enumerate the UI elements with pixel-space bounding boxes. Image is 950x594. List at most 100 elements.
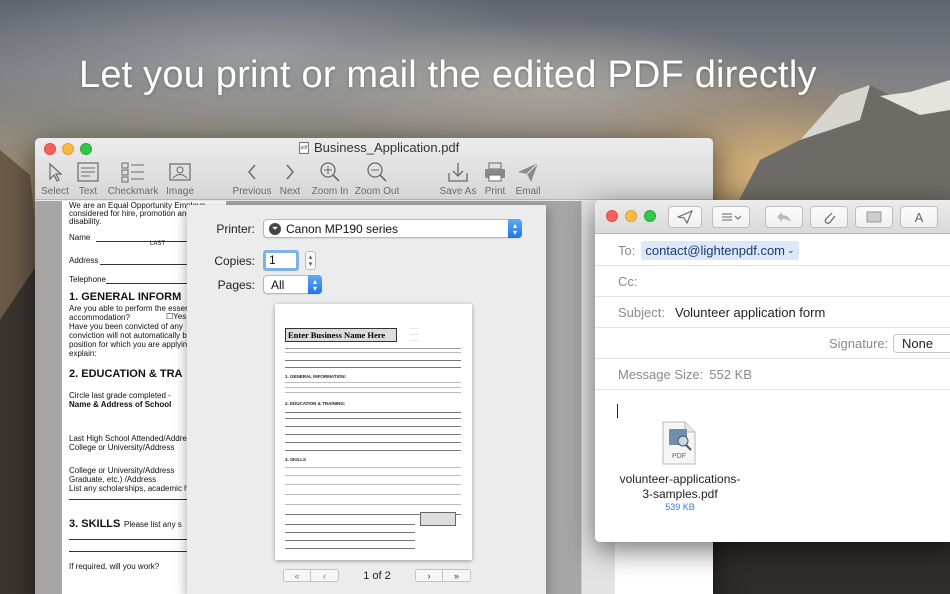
- preview-section-heading: 2. EDUCATION & TRAINING:: [285, 401, 346, 406]
- save-as-button[interactable]: Save As: [439, 158, 477, 198]
- minimize-button[interactable]: [625, 210, 637, 222]
- copies-input[interactable]: 1: [263, 250, 299, 271]
- doc-text-line: explain:: [69, 349, 97, 358]
- doc-text-line: conviction will not automatically ba: [69, 331, 192, 340]
- pdf-document-icon: pdf: [299, 141, 309, 154]
- attachment-filename-line: 3-samples.pdf: [642, 487, 718, 501]
- message-size-row: Message Size: 552 KB: [595, 359, 950, 390]
- page-indicator: 1 of 2: [363, 569, 391, 582]
- zoom-out-label: Zoom Out: [354, 186, 400, 197]
- close-button[interactable]: [44, 143, 56, 155]
- checklist-icon: [121, 162, 144, 183]
- preview-section-heading: 3. SKILLS: [285, 457, 307, 462]
- page-navigator: « ‹ 1 of 2 › »: [283, 569, 471, 582]
- zoom-button[interactable]: [644, 210, 656, 222]
- printer-icon: [485, 162, 505, 182]
- select-tool-button[interactable]: Select: [40, 158, 70, 198]
- reply-button[interactable]: [765, 206, 803, 228]
- zoom-out-icon: [367, 162, 387, 182]
- printer-select[interactable]: ⏷ Canon MP190 series ▴ ▾: [263, 219, 522, 238]
- paperclip-icon: [824, 212, 836, 224]
- zoom-button[interactable]: [80, 143, 92, 155]
- doc-text-line: College or University/Address: [69, 466, 175, 475]
- doc-text-line: Telephone: [69, 275, 106, 284]
- header-fields-button[interactable]: [712, 206, 750, 228]
- subject-row[interactable]: Subject: Volunteer application form: [595, 297, 950, 328]
- previous-page-label: Previous: [232, 186, 272, 197]
- text-tool-button[interactable]: Text: [75, 158, 101, 198]
- last-page-button[interactable]: »: [443, 569, 471, 582]
- doc-text-line: Name: [69, 233, 91, 242]
- copies-stepper[interactable]: ▴ ▾: [305, 251, 316, 270]
- attachment-filename[interactable]: volunteer-applications- 3-samples.pdf: [595, 472, 765, 502]
- send-button[interactable]: [668, 206, 702, 228]
- printer-status-icon: ⏷: [269, 222, 281, 235]
- window-title: pdf Business_Application.pdf: [299, 140, 459, 155]
- prev-page-button[interactable]: ‹: [311, 569, 339, 582]
- zoom-in-button[interactable]: Zoom In: [310, 158, 350, 198]
- pdf-attachment-icon[interactable]: PDF: [661, 421, 697, 470]
- doc-text-line: accommodation?: [69, 313, 130, 322]
- checkmark-tool-label: Checkmark: [107, 186, 159, 197]
- next-page-button[interactable]: ›: [415, 569, 443, 582]
- doc-text-line: Have you been convicted of any: [69, 322, 183, 331]
- signature-row: Signature: None: [595, 328, 950, 359]
- printer-label: Printer:: [216, 221, 255, 236]
- photo-icon: [866, 211, 882, 223]
- print-button[interactable]: Print: [482, 158, 508, 198]
- previous-page-button[interactable]: Previous: [231, 158, 273, 198]
- message-size-label: Message Size:: [618, 366, 704, 382]
- doc-text-line: disability.: [69, 217, 102, 226]
- doc-checkbox-yes[interactable]: ☐Yes: [166, 312, 186, 321]
- print-preview-page: Enter Business Name Here ......... .....…: [275, 304, 472, 560]
- doc-text-line: position for which you are applying.: [69, 340, 194, 349]
- message-size-value: 552 KB: [709, 366, 752, 382]
- text-caret: [617, 404, 618, 418]
- mail-toolbar: A: [595, 200, 950, 234]
- chevron-left-icon: [248, 164, 256, 180]
- select-tool-label: Select: [41, 186, 69, 197]
- next-page-label: Next: [279, 186, 301, 197]
- chevron-updown-icon: ▴ ▾: [308, 275, 322, 294]
- attachment-filename-line: volunteer-applications-: [619, 472, 741, 486]
- minimize-button[interactable]: [62, 143, 74, 155]
- text-tool-label: Text: [78, 186, 98, 197]
- close-button[interactable]: [606, 210, 618, 222]
- image-tool-button[interactable]: Image: [164, 158, 196, 198]
- chevron-updown-icon: ▴ ▾: [508, 219, 522, 238]
- attach-button[interactable]: [810, 206, 848, 228]
- doc-text-line: Name & Address of School: [69, 400, 172, 409]
- pages-label: Pages:: [217, 277, 255, 292]
- zoom-in-label: Zoom In: [311, 186, 349, 197]
- email-label: Email: [515, 186, 541, 197]
- to-row: To: contact@lightenpdf.com ⌄: [595, 235, 950, 266]
- to-recipient-token[interactable]: contact@lightenpdf.com ⌄: [641, 240, 799, 260]
- doc-heading: 1. GENERAL INFORM: [69, 291, 182, 303]
- format-button[interactable]: A: [900, 206, 938, 228]
- cc-label: Cc:: [618, 273, 638, 289]
- zoom-in-icon: [320, 162, 340, 182]
- list-options-icon: [722, 213, 742, 221]
- photo-browser-button[interactable]: [855, 206, 893, 228]
- checkmark-tool-button[interactable]: Checkmark: [107, 158, 159, 198]
- copies-row: Copies: 1 ▴ ▾: [187, 250, 316, 271]
- save-as-label: Save As: [439, 186, 477, 197]
- mail-compose-window: A To: contact@lightenpdf.com ⌄ Cc: Subje…: [595, 200, 950, 542]
- email-button[interactable]: Email: [513, 158, 543, 198]
- cc-row[interactable]: Cc:: [595, 266, 950, 297]
- next-page-button[interactable]: Next: [278, 158, 302, 198]
- paper-plane-icon: [518, 162, 539, 182]
- pages-select[interactable]: All ▴ ▾: [263, 275, 322, 294]
- pages-row: Pages: All ▴ ▾: [187, 275, 322, 294]
- subject-value: Volunteer application form: [674, 304, 826, 320]
- chevron-down-icon: ⌄: [787, 244, 795, 255]
- zoom-out-button[interactable]: Zoom Out: [354, 158, 400, 198]
- marketing-headline: Let you print or mail the edited PDF dir…: [79, 54, 817, 96]
- download-tray-icon: [448, 163, 468, 182]
- preview-section-heading: 1. GENERAL INFORMATION:: [285, 374, 347, 379]
- signature-select[interactable]: None: [893, 334, 950, 353]
- first-page-button[interactable]: «: [283, 569, 311, 582]
- chevron-right-icon: [286, 164, 294, 180]
- attachment-size: 539 KB: [665, 502, 695, 512]
- text-edit-icon: [77, 162, 99, 182]
